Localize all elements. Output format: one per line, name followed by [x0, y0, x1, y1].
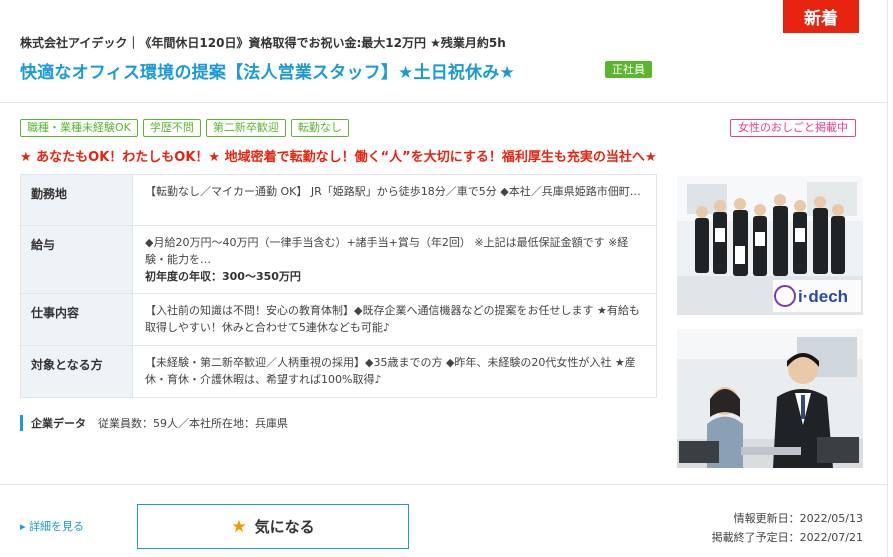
divider	[0, 102, 888, 103]
table-row: 対象となる方 【未経験・第二新卒歓迎／人柄重視の採用】◆35歳までの方 ◆昨年、…	[21, 346, 656, 397]
company-logo-text: i·dech	[798, 287, 848, 306]
table-row: 給与 ◆月給20万円〜40万円（一律手当含む）+諸手当+賞与（年2回） ※上記は…	[21, 226, 656, 294]
row-label: 勤務地	[21, 175, 133, 225]
company-name-line: 株式会社アイデック｜《年間休日120日》資格取得でお祝い金:最大12万円 ★残業…	[20, 36, 506, 50]
row-label: 仕事内容	[21, 294, 133, 345]
feature-tag: 転勤なし	[290, 119, 349, 137]
office-work-photo	[677, 329, 863, 468]
catch-copy: ★ あなたもOK！わたしもOK！★ 地域密着で転勤なし！働く“人”を大切にする！…	[20, 150, 657, 165]
feature-tags: 職種・業種未経験OK 学歴不問 第二新卒歓迎 転勤なし	[20, 119, 349, 137]
women-jobs-tag[interactable]: 女性のおしごと掲載中	[730, 119, 856, 137]
view-details-link[interactable]: ▸ 詳細を見る	[20, 518, 84, 534]
favorite-label: 気になる	[254, 518, 315, 536]
employment-type-badge: 正社員	[605, 61, 652, 78]
feature-tag: 第二新卒歓迎	[205, 119, 286, 137]
table-row: 仕事内容 【入社前の知識は不問！安心の教育体制】◆既存企業へ通信機器などの提案を…	[21, 294, 656, 346]
divider	[0, 484, 888, 485]
company-data-value: 従業員数：59人／本社所在地：兵庫県	[98, 417, 288, 430]
feature-tag: 学歴不問	[142, 119, 201, 137]
updated-date: 情報更新日：2022/05/13	[733, 512, 863, 525]
row-value-text: 【入社前の知識は不問！安心の教育体制】◆既存企業へ通信機器などの提案をお任せしま…	[145, 304, 640, 334]
favorite-button[interactable]: ★ 気になる	[137, 504, 409, 549]
row-value-text: ◆月給20万円〜40万円（一律手当含む）+諸手当+賞与（年2回） ※上記は最低保…	[145, 236, 629, 266]
company-data-label: 企業データ	[31, 417, 86, 430]
row-value: ◆月給20万円〜40万円（一律手当含む）+諸手当+賞与（年2回） ※上記は最低保…	[133, 226, 656, 293]
annual-income: 初年度の年収：300〜350万円	[145, 270, 301, 283]
row-value-text: 【未経験・第二新卒歓迎／人柄重視の採用】◆35歳までの方 ◆昨年、未経験の20代…	[145, 356, 636, 386]
company-data: 企業データ 従業員数：59人／本社所在地：兵庫県	[20, 415, 288, 431]
row-label: 対象となる方	[21, 346, 133, 397]
job-card: 新着 株式会社アイデック｜《年間休日120日》資格取得でお祝い金:最大12万円 …	[0, 0, 888, 557]
row-value: 【転勤なし／マイカー通勤 OK】 JR「姫路駅」から徒歩18分／車で5分 ◆本社…	[133, 175, 656, 225]
new-badge: 新着	[783, 0, 859, 33]
row-value: 【入社前の知識は不問！安心の教育体制】◆既存企業へ通信機器などの提案をお任せしま…	[133, 294, 656, 345]
star-icon: ★	[231, 516, 247, 537]
job-title-link[interactable]: 快適なオフィス環境の提案【法人営業スタッフ】★土日祝休み★	[20, 58, 515, 83]
end-date: 掲載終了予定日：2022/07/21	[711, 531, 863, 544]
staff-group-photo: i·dech	[677, 176, 863, 315]
feature-tag: 職種・業種未経験OK	[20, 119, 138, 137]
table-row: 勤務地 【転勤なし／マイカー通勤 OK】 JR「姫路駅」から徒歩18分／車で5分…	[21, 175, 656, 226]
row-value: 【未経験・第二新卒歓迎／人柄重視の採用】◆35歳までの方 ◆昨年、未経験の20代…	[133, 346, 656, 397]
row-value-text: 【転勤なし／マイカー通勤 OK】 JR「姫路駅」から徒歩18分／車で5分 ◆本社…	[145, 185, 641, 198]
row-label: 給与	[21, 226, 133, 293]
job-details-table: 勤務地 【転勤なし／マイカー通勤 OK】 JR「姫路駅」から徒歩18分／車で5分…	[20, 174, 657, 398]
posting-dates: 情報更新日：2022/05/13 掲載終了予定日：2022/07/21	[680, 509, 863, 547]
